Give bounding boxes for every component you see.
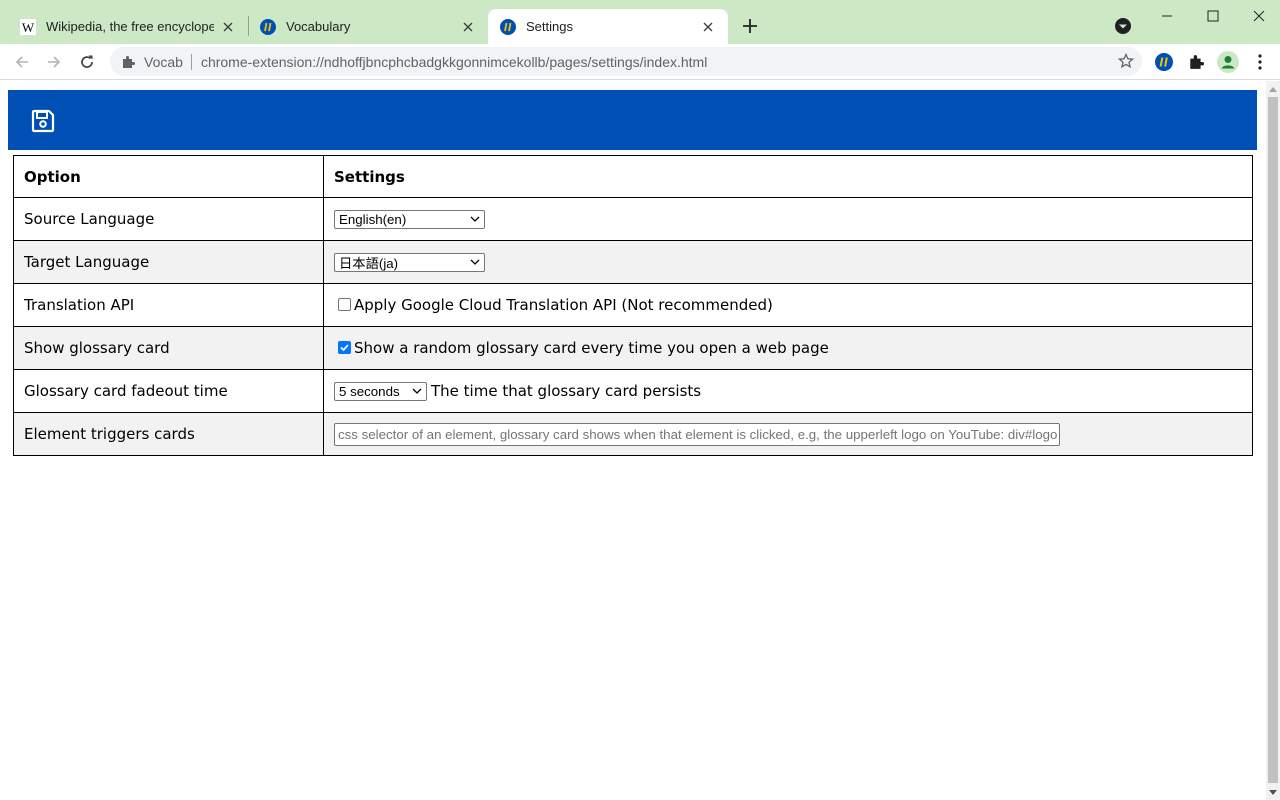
option-label: Show glossary card <box>13 326 324 370</box>
tab-settings[interactable]: Settings <box>488 9 728 44</box>
address-bar[interactable]: Vocab chrome-extension://ndhoffjbncphcba… <box>110 47 1142 76</box>
chevron-down-icon <box>412 386 422 396</box>
column-header-settings: Settings <box>323 155 1253 198</box>
minimize-icon <box>1162 15 1172 17</box>
checkbox-label: Show a random glossary card every time y… <box>354 339 829 357</box>
column-header-option: Option <box>13 155 324 198</box>
table-row-target-language: Target Language 日本語(ja) <box>13 240 1253 284</box>
star-icon[interactable] <box>1117 52 1135 69</box>
tab-vocabulary[interactable]: Vocabulary <box>248 9 488 44</box>
browser-toolbar: Vocab chrome-extension://ndhoffjbncphcba… <box>0 44 1280 80</box>
settings-table: Option Settings Source Language English(… <box>13 155 1253 456</box>
vocab-extension-icon <box>500 18 516 35</box>
settings-header-bar <box>8 90 1257 150</box>
new-tab-button[interactable] <box>738 14 762 38</box>
fadeout-description: The time that glossary card persists <box>431 382 702 400</box>
select-value: 5 seconds <box>339 383 400 399</box>
option-label: Target Language <box>13 240 324 284</box>
tab-strip: W Wikipedia, the free encyclopedia Vocab… <box>0 0 1280 44</box>
option-label: Element triggers cards <box>13 412 324 456</box>
tab-title: Vocabulary <box>286 19 351 34</box>
table-row-element-triggers: Element triggers cards css selector of a… <box>13 412 1253 456</box>
option-setting-cell: English(en) <box>323 197 1253 241</box>
puzzle-icon <box>120 54 136 70</box>
arrow-right-icon <box>48 56 61 68</box>
option-label: Glossary card fadeout time <box>13 369 324 413</box>
url-text: chrome-extension://ndhoffjbncphcbadgkkgo… <box>200 53 708 70</box>
arrow-left-icon <box>15 56 28 68</box>
back-button[interactable] <box>8 48 36 76</box>
translation-api-checkbox[interactable] <box>338 298 351 311</box>
table-row-fadeout-time: Glossary card fadeout time 5 seconds The… <box>13 369 1253 413</box>
table-row-source-language: Source Language English(en) <box>13 197 1253 241</box>
scroll-down-arrow-icon[interactable] <box>1266 786 1280 798</box>
option-setting-cell: Apply Google Cloud Translation API (Not … <box>323 283 1253 327</box>
close-tab-icon[interactable] <box>460 19 476 35</box>
reload-button[interactable] <box>73 48 101 76</box>
chevron-down-icon <box>1115 18 1131 34</box>
option-setting-cell: 5 seconds The time that glossary card pe… <box>323 369 1253 413</box>
vocab-extension-icon <box>1155 53 1173 71</box>
chrome-menu-button[interactable] <box>1248 50 1272 74</box>
avatar-icon <box>1217 51 1239 73</box>
vertical-scrollbar[interactable] <box>1266 81 1280 800</box>
more-vert-icon <box>1258 54 1262 70</box>
checkmark-icon <box>340 344 349 352</box>
select-value: 日本語(ja) <box>339 255 399 271</box>
chevron-down-icon <box>470 214 480 224</box>
target-language-select[interactable]: 日本語(ja) <box>334 252 485 272</box>
plus-icon <box>743 19 757 33</box>
scroll-up-arrow-icon[interactable] <box>1266 83 1280 95</box>
maximize-button[interactable] <box>1190 0 1236 32</box>
option-label: Translation API <box>13 283 324 327</box>
scrollbar-thumb[interactable] <box>1268 97 1278 783</box>
close-tab-icon[interactable] <box>700 19 716 35</box>
tab-title: Settings <box>526 19 573 34</box>
table-row-translation-api: Translation API Apply Google Cloud Trans… <box>13 283 1253 327</box>
source-language-select[interactable]: English(en) <box>334 209 485 229</box>
vocab-extension-button[interactable] <box>1152 50 1176 74</box>
extension-chip: Vocab <box>144 53 183 70</box>
tab-wikipedia[interactable]: W Wikipedia, the free encyclopedia <box>8 9 248 44</box>
save-button[interactable] <box>28 106 58 136</box>
forward-button[interactable] <box>40 48 68 76</box>
option-label: Source Language <box>13 197 324 241</box>
maximize-icon <box>1207 10 1219 22</box>
extensions-button[interactable] <box>1184 50 1208 74</box>
fadeout-time-select[interactable]: 5 seconds <box>334 381 427 401</box>
settings-page: Option Settings Source Language English(… <box>0 81 1266 800</box>
close-window-button[interactable] <box>1236 0 1280 32</box>
tab-search-button[interactable] <box>1113 16 1133 36</box>
tab-title: Wikipedia, the free encyclopedia <box>46 19 214 34</box>
omnibox-divider <box>190 53 192 70</box>
reload-icon <box>81 55 93 68</box>
checkbox-label: Apply Google Cloud Translation API (Not … <box>354 296 773 314</box>
select-value: English(en) <box>339 211 407 227</box>
vocab-extension-icon <box>260 18 276 35</box>
css-selector-input[interactable]: css selector of an element, glossary car… <box>334 422 1060 446</box>
close-icon <box>1253 10 1265 22</box>
minimize-button[interactable] <box>1144 0 1190 32</box>
option-setting-cell: Show a random glossary card every time y… <box>323 326 1253 370</box>
svg-text:W: W <box>22 20 35 35</box>
profile-button[interactable] <box>1216 50 1240 74</box>
option-setting-cell: css selector of an element, glossary car… <box>323 412 1253 456</box>
save-icon <box>31 109 55 133</box>
table-header-row: Option Settings <box>13 155 1253 198</box>
option-setting-cell: 日本語(ja) <box>323 240 1253 284</box>
chevron-down-icon <box>470 257 480 267</box>
puzzle-icon <box>1190 55 1204 69</box>
table-row-show-glossary-card: Show glossary card Show a random glossar… <box>13 326 1253 370</box>
close-tab-icon[interactable] <box>220 19 236 35</box>
wikipedia-w-icon: W <box>20 18 36 35</box>
show-glossary-card-checkbox[interactable] <box>338 341 351 354</box>
